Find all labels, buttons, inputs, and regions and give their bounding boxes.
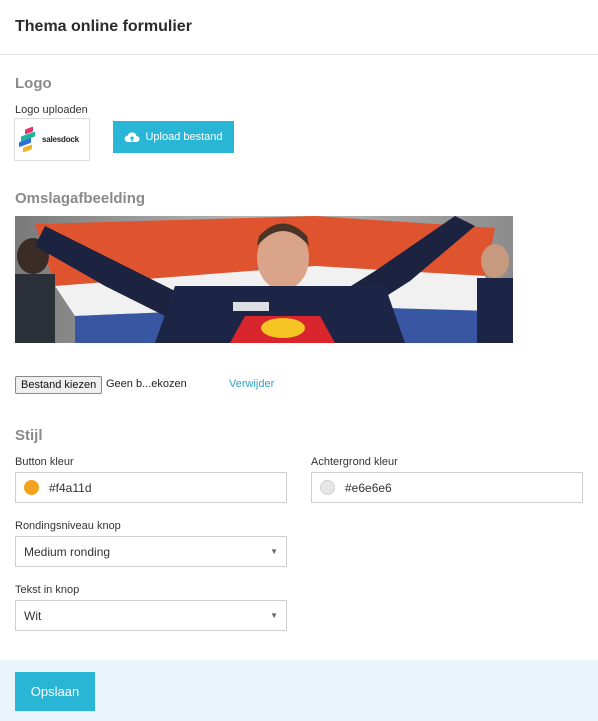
chevron-down-icon: ▼ <box>270 611 278 620</box>
rounding-select[interactable]: Medium ronding ▼ <box>15 536 287 567</box>
style-section-title: Stijl <box>15 427 43 444</box>
logo-preview: salesdock <box>14 118 90 161</box>
save-button[interactable]: Opslaan <box>15 672 95 711</box>
logo-upload-label: Logo uploaden <box>15 104 88 116</box>
rounding-selected-value: Medium ronding <box>24 544 111 559</box>
footer-bar: Opslaan <box>0 660 598 721</box>
upload-button-label: Upload bestand <box>145 131 223 143</box>
button-text-label: Tekst in knop <box>15 584 80 596</box>
background-color-value: #e6e6e6 <box>345 480 392 495</box>
selected-file-name: Geen b...ekozen <box>106 378 187 390</box>
button-color-value: #f4a11d <box>49 480 92 495</box>
rounding-label: Rondingsniveau knop <box>15 520 121 532</box>
cloud-upload-icon <box>125 132 140 143</box>
logo-text: salesdock <box>42 135 79 144</box>
background-color-field[interactable]: #e6e6e6 <box>311 472 583 503</box>
logo-section-title: Logo <box>15 75 52 92</box>
button-color-field[interactable]: #f4a11d <box>15 472 287 503</box>
remove-cover-link[interactable]: Verwijder <box>229 378 274 390</box>
button-text-selected-value: Wit <box>24 608 42 623</box>
page-title: Thema online formulier <box>0 0 598 55</box>
chevron-down-icon: ▼ <box>270 547 278 556</box>
choose-file-button[interactable]: Bestand kiezen <box>15 376 103 394</box>
cover-section-title: Omslagafbeelding <box>15 190 146 207</box>
button-text-select[interactable]: Wit ▼ <box>15 600 287 631</box>
upload-file-button[interactable]: Upload bestand <box>113 121 234 153</box>
button-color-swatch[interactable] <box>24 480 39 495</box>
salesdock-logo-icon <box>19 126 39 153</box>
cover-image <box>15 216 513 343</box>
button-color-label: Button kleur <box>15 456 74 468</box>
background-color-label: Achtergrond kleur <box>311 456 398 468</box>
background-color-swatch[interactable] <box>320 480 335 495</box>
